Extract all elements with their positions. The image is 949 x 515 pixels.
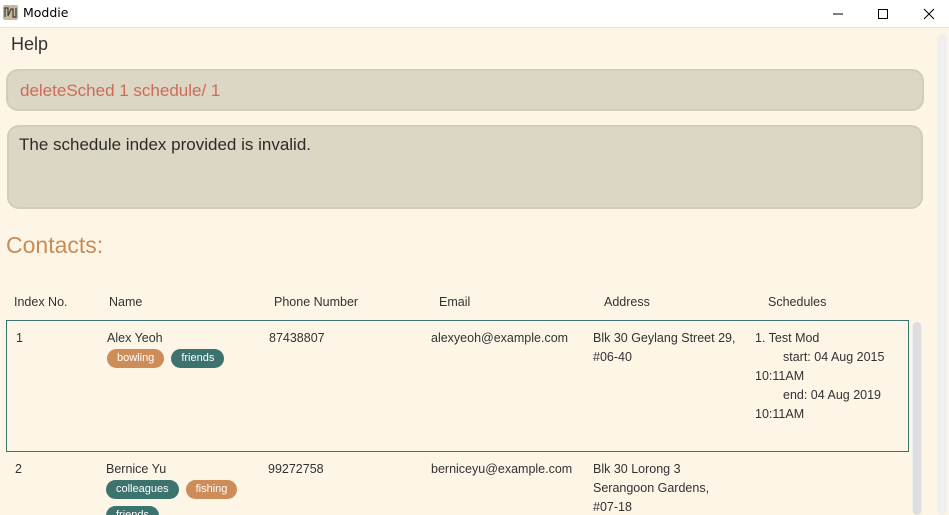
- contact-phone: 99272758: [268, 462, 324, 476]
- scrollbar-thumb[interactable]: [913, 322, 921, 515]
- tag-badge: friends: [171, 349, 225, 368]
- contact-phone: 87438807: [269, 331, 325, 345]
- contact-schedules: 1. Test Mod start: 04 Aug 2015 10:11AM e…: [755, 329, 905, 424]
- header-schedules: Schedules: [768, 295, 827, 309]
- close-icon: [923, 8, 935, 20]
- contact-tags: bowling friends: [107, 349, 225, 368]
- maximize-button[interactable]: [860, 0, 906, 28]
- contact-email: berniceyu@example.com: [431, 462, 573, 476]
- main-scrollbar[interactable]: [937, 34, 947, 515]
- schedule-start-time: 10:11AM: [755, 369, 805, 383]
- header-name: Name: [109, 295, 143, 309]
- contact-email: alexyeoh@example.com: [431, 331, 569, 345]
- contact-address: Blk 30 Lorong 3 Serangoon Gardens, #07-1…: [593, 460, 709, 515]
- maximize-icon: [878, 9, 888, 19]
- contact-name: Bernice Yu: [106, 462, 167, 476]
- tag-badge: bowling: [107, 349, 165, 368]
- window-title: Moddie: [23, 5, 69, 20]
- minimize-icon: [833, 13, 843, 15]
- address-line: #06-40: [593, 350, 632, 364]
- close-button[interactable]: [906, 0, 949, 28]
- contact-list-scrollbar[interactable]: [912, 322, 922, 515]
- contact-index: 2: [15, 462, 22, 476]
- result-message: The schedule index provided is invalid.: [19, 135, 312, 154]
- address-line: Blk 30 Lorong 3: [593, 462, 681, 476]
- address-line: #07-18: [593, 500, 632, 514]
- schedule-start: start: 04 Aug 2015: [783, 350, 885, 364]
- tag-badge: fishing: [185, 480, 238, 499]
- result-display: The schedule index provided is invalid.: [7, 125, 923, 209]
- contact-address: Blk 30 Geylang Street 29, #06-40: [593, 329, 735, 367]
- title-bar: Moddie: [0, 0, 949, 28]
- app-icon: [3, 5, 18, 20]
- contact-index: 1: [16, 331, 23, 345]
- header-address: Address: [604, 295, 650, 309]
- tag-badge: colleagues: [106, 480, 179, 499]
- contacts-title: Contacts:: [6, 232, 104, 258]
- schedule-end: end: 04 Aug 2019: [783, 388, 882, 402]
- command-input[interactable]: deleteSched 1 schedule/ 1: [6, 69, 924, 111]
- tag-badge: friends: [106, 506, 160, 515]
- contact-row[interactable]: 1 Alex Yeoh bowling friends 87438807 ale…: [6, 320, 909, 452]
- schedule-end-time: 10:11AM: [755, 407, 805, 421]
- schedule-title: 1. Test Mod: [755, 331, 820, 345]
- address-line: Serangoon Gardens,: [593, 481, 710, 495]
- menu-help[interactable]: Help: [11, 34, 48, 55]
- minimize-button[interactable]: [815, 0, 861, 28]
- header-index: Index No.: [14, 295, 68, 309]
- header-email: Email: [439, 295, 471, 309]
- address-line: Blk 30 Geylang Street 29,: [593, 331, 736, 345]
- command-input-value: deleteSched 1 schedule/ 1: [20, 81, 221, 100]
- header-phone: Phone Number: [274, 295, 359, 309]
- contact-tags: colleagues fishing friends: [106, 480, 266, 515]
- contact-row[interactable]: 2 Bernice Yu colleagues fishing friends …: [6, 452, 909, 515]
- contact-name: Alex Yeoh: [107, 331, 163, 345]
